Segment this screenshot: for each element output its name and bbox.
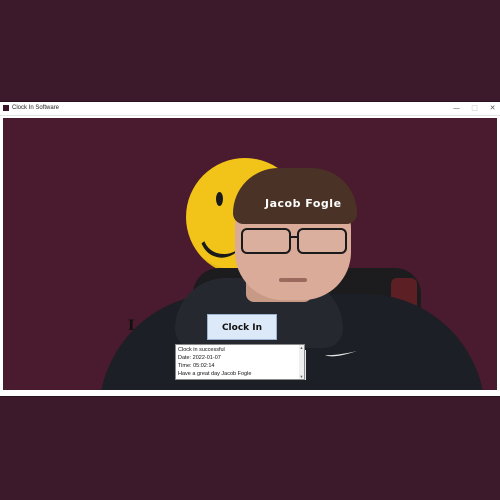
log-line: Have a great day Jacob Fogle — [178, 371, 252, 377]
scroll-up-icon[interactable]: ▲ — [299, 345, 304, 350]
glasses-lens — [297, 228, 347, 254]
scroll-down-icon[interactable]: ▼ — [299, 374, 304, 379]
glasses-bridge — [289, 236, 297, 238]
close-button[interactable]: ✕ — [484, 102, 500, 114]
log-line: Clock in successful — [178, 347, 225, 353]
log-scrollbar[interactable]: ▲ ▼ — [299, 345, 304, 379]
app-window: Clock In Software — □ ✕ I Jacob Fogle Cl… — [0, 102, 500, 396]
status-log[interactable]: Clock in successful Date: 2022-01-07 Tim… — [175, 344, 305, 380]
clock-in-button[interactable]: Clock In — [207, 314, 277, 340]
minimize-button[interactable]: — — [448, 102, 465, 114]
apparel-logo-icon — [325, 351, 357, 357]
app-icon — [3, 105, 9, 111]
recognized-name-label: Jacob Fogle — [265, 197, 342, 210]
glasses — [239, 228, 349, 254]
background-artifact: I — [128, 318, 135, 334]
glasses-lens — [241, 228, 291, 254]
maximize-button[interactable]: □ — [466, 102, 483, 114]
title-bar[interactable]: Clock In Software — □ ✕ — [0, 102, 500, 116]
window-title: Clock In Software — [12, 105, 60, 111]
log-line: Time: 05:02:14 — [178, 363, 215, 369]
person-hair — [233, 168, 357, 224]
camera-view: I Jacob Fogle Clock In Clock in successf… — [3, 118, 497, 390]
person-mouth — [279, 278, 307, 282]
log-line: Date: 2022-01-07 — [178, 355, 221, 361]
